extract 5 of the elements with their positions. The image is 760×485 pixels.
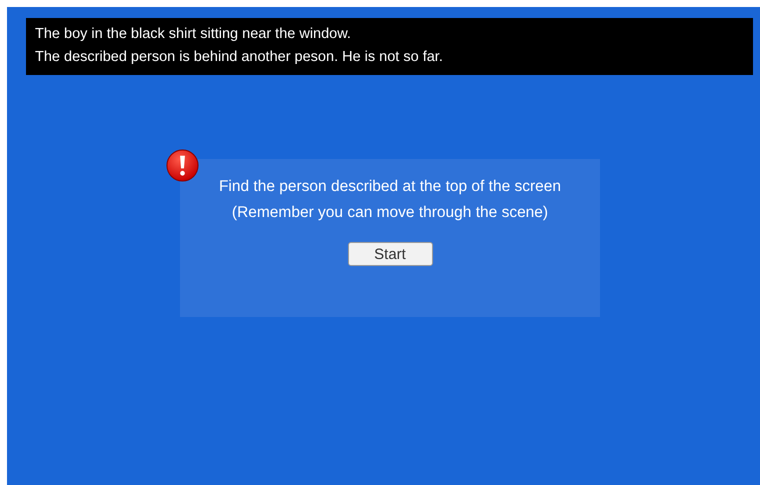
instruction-text: (Remember you can move through the scene) xyxy=(232,203,548,223)
start-button[interactable]: Start xyxy=(348,242,432,266)
instruction-text: Find the person described at the top of the screen xyxy=(218,177,562,197)
description-text: The described person is behind another peson. He is not so far. xyxy=(35,48,444,67)
description-text: The boy in the black shirt sitting near the window. xyxy=(35,25,352,44)
